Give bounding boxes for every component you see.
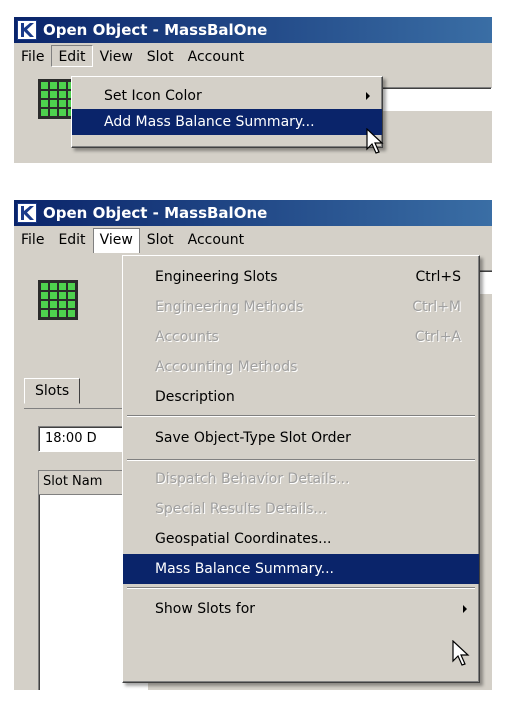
menuitem-label: Show Slots for <box>155 601 256 617</box>
menu-slot[interactable]: Slot <box>140 228 181 250</box>
menuitem-label: Dispatch Behavior Details... <box>155 471 350 487</box>
menuitem-shortcut: Ctrl+S <box>415 269 461 285</box>
menuitem-show-slots-for[interactable]: Show Slots for <box>123 592 479 626</box>
slot-name-header-label: Slot Nam <box>43 474 103 489</box>
menuitem-accounting-methods[interactable]: Accounting Methods <box>123 352 479 382</box>
window-title: Open Object - MassBalOne <box>43 21 268 39</box>
riverware-app-icon <box>17 203 37 223</box>
object-grid-icon <box>38 280 78 320</box>
menu-view[interactable]: View <box>92 228 140 253</box>
menu-view[interactable]: View <box>93 45 140 67</box>
tab-slots[interactable]: Slots <box>24 378 81 404</box>
menuitem-label: Engineering Slots <box>155 269 278 285</box>
edit-menu-screenshot: Open Object - MassBalOne File Edit View … <box>14 17 492 163</box>
menu-separator <box>123 412 479 420</box>
menuitem-accounts[interactable]: Accounts Ctrl+A <box>123 322 479 352</box>
menu-file[interactable]: File <box>14 45 51 67</box>
menu-separator <box>123 456 479 464</box>
tab-slots-label: Slots <box>35 383 70 399</box>
timestep-value: 18:00 D <box>45 431 97 446</box>
menuitem-shortcut: Ctrl+M <box>412 299 461 315</box>
menuitem-label: Accounts <box>155 329 219 345</box>
submenu-arrow-icon <box>463 605 467 613</box>
view-dropdown-menu: Engineering Slots Ctrl+S Engineering Met… <box>122 255 480 683</box>
menuitem-add-mass-balance-summary[interactable]: Add Mass Balance Summary... <box>72 109 382 135</box>
menuitem-label: Save Object-Type Slot Order <box>155 430 351 446</box>
menu-bar: File Edit View Slot Account <box>14 226 492 253</box>
title-bar: Open Object - MassBalOne <box>14 200 492 226</box>
menuitem-save-object-type-slot-order[interactable]: Save Object-Type Slot Order <box>123 420 479 456</box>
title-bar: Open Object - MassBalOne <box>14 17 492 43</box>
menu-slot[interactable]: Slot <box>140 45 181 67</box>
menuitem-special-results-details[interactable]: Special Results Details... <box>123 494 479 524</box>
menuitem-description[interactable]: Description <box>123 382 479 412</box>
menuitem-label: Engineering Methods <box>155 299 304 315</box>
menuitem-label: Add Mass Balance Summary... <box>104 114 315 130</box>
menuitem-dispatch-behavior-details[interactable]: Dispatch Behavior Details... <box>123 464 479 494</box>
name-field[interactable] <box>374 87 492 111</box>
menuitem-shortcut: Ctrl+A <box>414 329 461 345</box>
menuitem-label: Geospatial Coordinates... <box>155 531 332 547</box>
edit-dropdown-menu: Set Icon Color Add Mass Balance Summary.… <box>71 76 383 148</box>
menuitem-geospatial-coordinates[interactable]: Geospatial Coordinates... <box>123 524 479 554</box>
menuitem-label: Set Icon Color <box>104 88 202 104</box>
menuitem-mass-balance-summary[interactable]: Mass Balance Summary... <box>123 554 479 584</box>
submenu-arrow-icon <box>366 92 370 100</box>
menuitem-label: Accounting Methods <box>155 359 298 375</box>
menuitem-label: Description <box>155 389 235 405</box>
menu-edit[interactable]: Edit <box>51 228 92 250</box>
menu-account[interactable]: Account <box>181 45 252 67</box>
menuitem-label: Mass Balance Summary... <box>155 561 334 577</box>
mouse-pointer-icon <box>452 640 470 666</box>
tab-panel-border <box>24 408 124 409</box>
menuitem-engineering-methods[interactable]: Engineering Methods Ctrl+M <box>123 292 479 322</box>
menuitem-engineering-slots[interactable]: Engineering Slots Ctrl+S <box>123 262 479 292</box>
menu-account[interactable]: Account <box>181 228 252 250</box>
menu-separator <box>123 584 479 592</box>
window-title: Open Object - MassBalOne <box>43 204 268 222</box>
menu-file[interactable]: File <box>14 228 51 250</box>
menuitem-set-icon-color[interactable]: Set Icon Color <box>72 83 382 109</box>
menu-edit[interactable]: Edit <box>51 45 93 67</box>
menuitem-label: Special Results Details... <box>155 501 327 517</box>
menu-bar: File Edit View Slot Account <box>14 43 492 69</box>
view-menu-screenshot: Open Object - MassBalOne File Edit View … <box>14 200 492 690</box>
mouse-pointer-icon <box>366 128 384 154</box>
riverware-app-icon <box>17 20 37 40</box>
